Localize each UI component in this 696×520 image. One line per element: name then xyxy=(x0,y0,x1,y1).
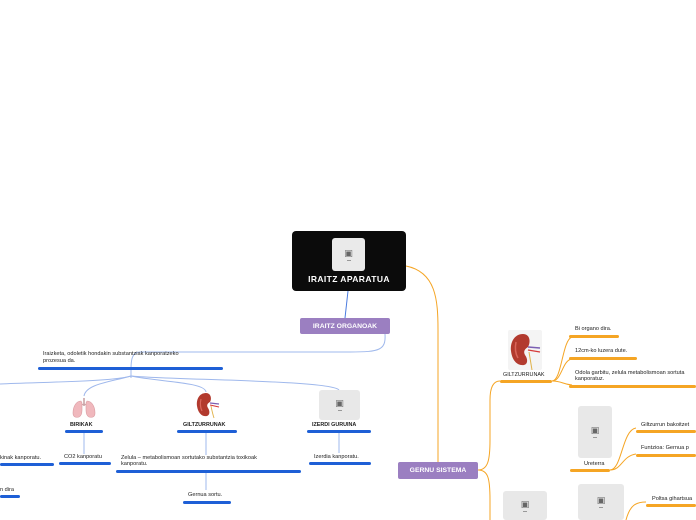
organ-label-izerdi-guruina[interactable]: IZERDI GURUINA xyxy=(312,422,356,429)
camera-icon: ▣ xyxy=(335,398,344,408)
kidney-icon xyxy=(196,393,220,419)
izerdi-child-1: Izerdia kanporatu. xyxy=(314,454,359,460)
giltzurrunak-sub-text: Gernua sortu. xyxy=(188,492,223,498)
giltzurrunak-child-line-2: kanporatu. xyxy=(121,461,148,467)
giltzurrunak-fact-3-line-2: kanporatuz. xyxy=(575,376,605,382)
poltsa-fact-underline xyxy=(646,504,696,507)
ureterra-fact-2-underline xyxy=(636,454,696,457)
ureterra-fact-1-underline xyxy=(636,430,696,433)
izerdi-child-underline xyxy=(309,462,371,465)
image-placeholder-icon: ▣ xyxy=(332,238,365,271)
image-placeholder-icon: ▣ xyxy=(319,390,360,420)
giltzurrunak-fact-2: 12cm-ko luzera dute. xyxy=(575,348,628,354)
central-topic[interactable]: ▣ IRAITZ APARATUA xyxy=(292,231,406,291)
organ-underline-izerdi-guruina xyxy=(307,430,371,433)
description-underline xyxy=(38,367,223,370)
giltzurrunak-fact-3-underline xyxy=(569,385,696,388)
camera-icon: ▣ xyxy=(590,425,600,435)
offscreen-node-underline-1 xyxy=(0,463,54,466)
image-placeholder-icon: ▣ xyxy=(503,491,547,520)
camera-icon: ▣ xyxy=(520,498,530,509)
description-line-2: prozesua da. xyxy=(43,358,76,364)
camera-icon: ▣ xyxy=(596,495,606,505)
offscreen-node-underline-2 xyxy=(0,495,20,498)
description-line-1: Iraizketa, odoletik hondakin substantzia… xyxy=(43,351,179,357)
ureterra-fact-1: Giltzurrun bakoitzet xyxy=(641,422,690,428)
node-label-giltzurrunak[interactable]: GILTZURRUNAK xyxy=(503,372,545,379)
offscreen-node-text-2: n dira xyxy=(0,487,14,493)
image-placeholder-icon: ▣ xyxy=(578,406,612,458)
image-placeholder-icon: ▣ xyxy=(578,484,624,520)
node-underline-giltzurrunak xyxy=(500,380,552,383)
giltzurrunak-fact-2-underline xyxy=(569,357,637,360)
giltzurrunak-fact-1: Bi organo dira. xyxy=(575,326,612,332)
central-topic-title: IRAITZ APARATUA xyxy=(308,274,390,284)
organ-underline-giltzurrunak xyxy=(177,430,237,433)
offscreen-node-text-1: kinak kanporatu. xyxy=(0,455,42,461)
lungs-icon xyxy=(72,398,96,418)
camera-icon: ▣ xyxy=(344,247,353,258)
node-label-ureterra[interactable]: Ureterra xyxy=(584,461,605,468)
organ-label-giltzurrunak[interactable]: GILTZURRUNAK xyxy=(183,422,225,429)
birikak-child-1: CO2 kanporatu xyxy=(64,454,102,460)
giltzurrunak-fact-1-underline xyxy=(569,335,619,338)
kidney-icon xyxy=(508,330,542,370)
topic-gernu-sistema[interactable]: GERNU SISTEMA xyxy=(398,462,478,479)
organ-label-birikak[interactable]: BIRIKAK xyxy=(70,422,92,429)
topic-iraitz-organoak[interactable]: IRAITZ ORGANOAK xyxy=(300,318,390,334)
ureterra-fact-2: Funtzioa: Gernua p xyxy=(641,445,689,451)
node-underline-ureterra xyxy=(570,469,610,472)
giltzurrunak-child-underline xyxy=(116,470,301,473)
giltzurrunak-sub-underline xyxy=(183,501,231,504)
organ-underline-birikak xyxy=(65,430,103,433)
birikak-child-underline xyxy=(59,462,111,465)
poltsa-fact: Poltsa gihartsua xyxy=(652,496,693,502)
